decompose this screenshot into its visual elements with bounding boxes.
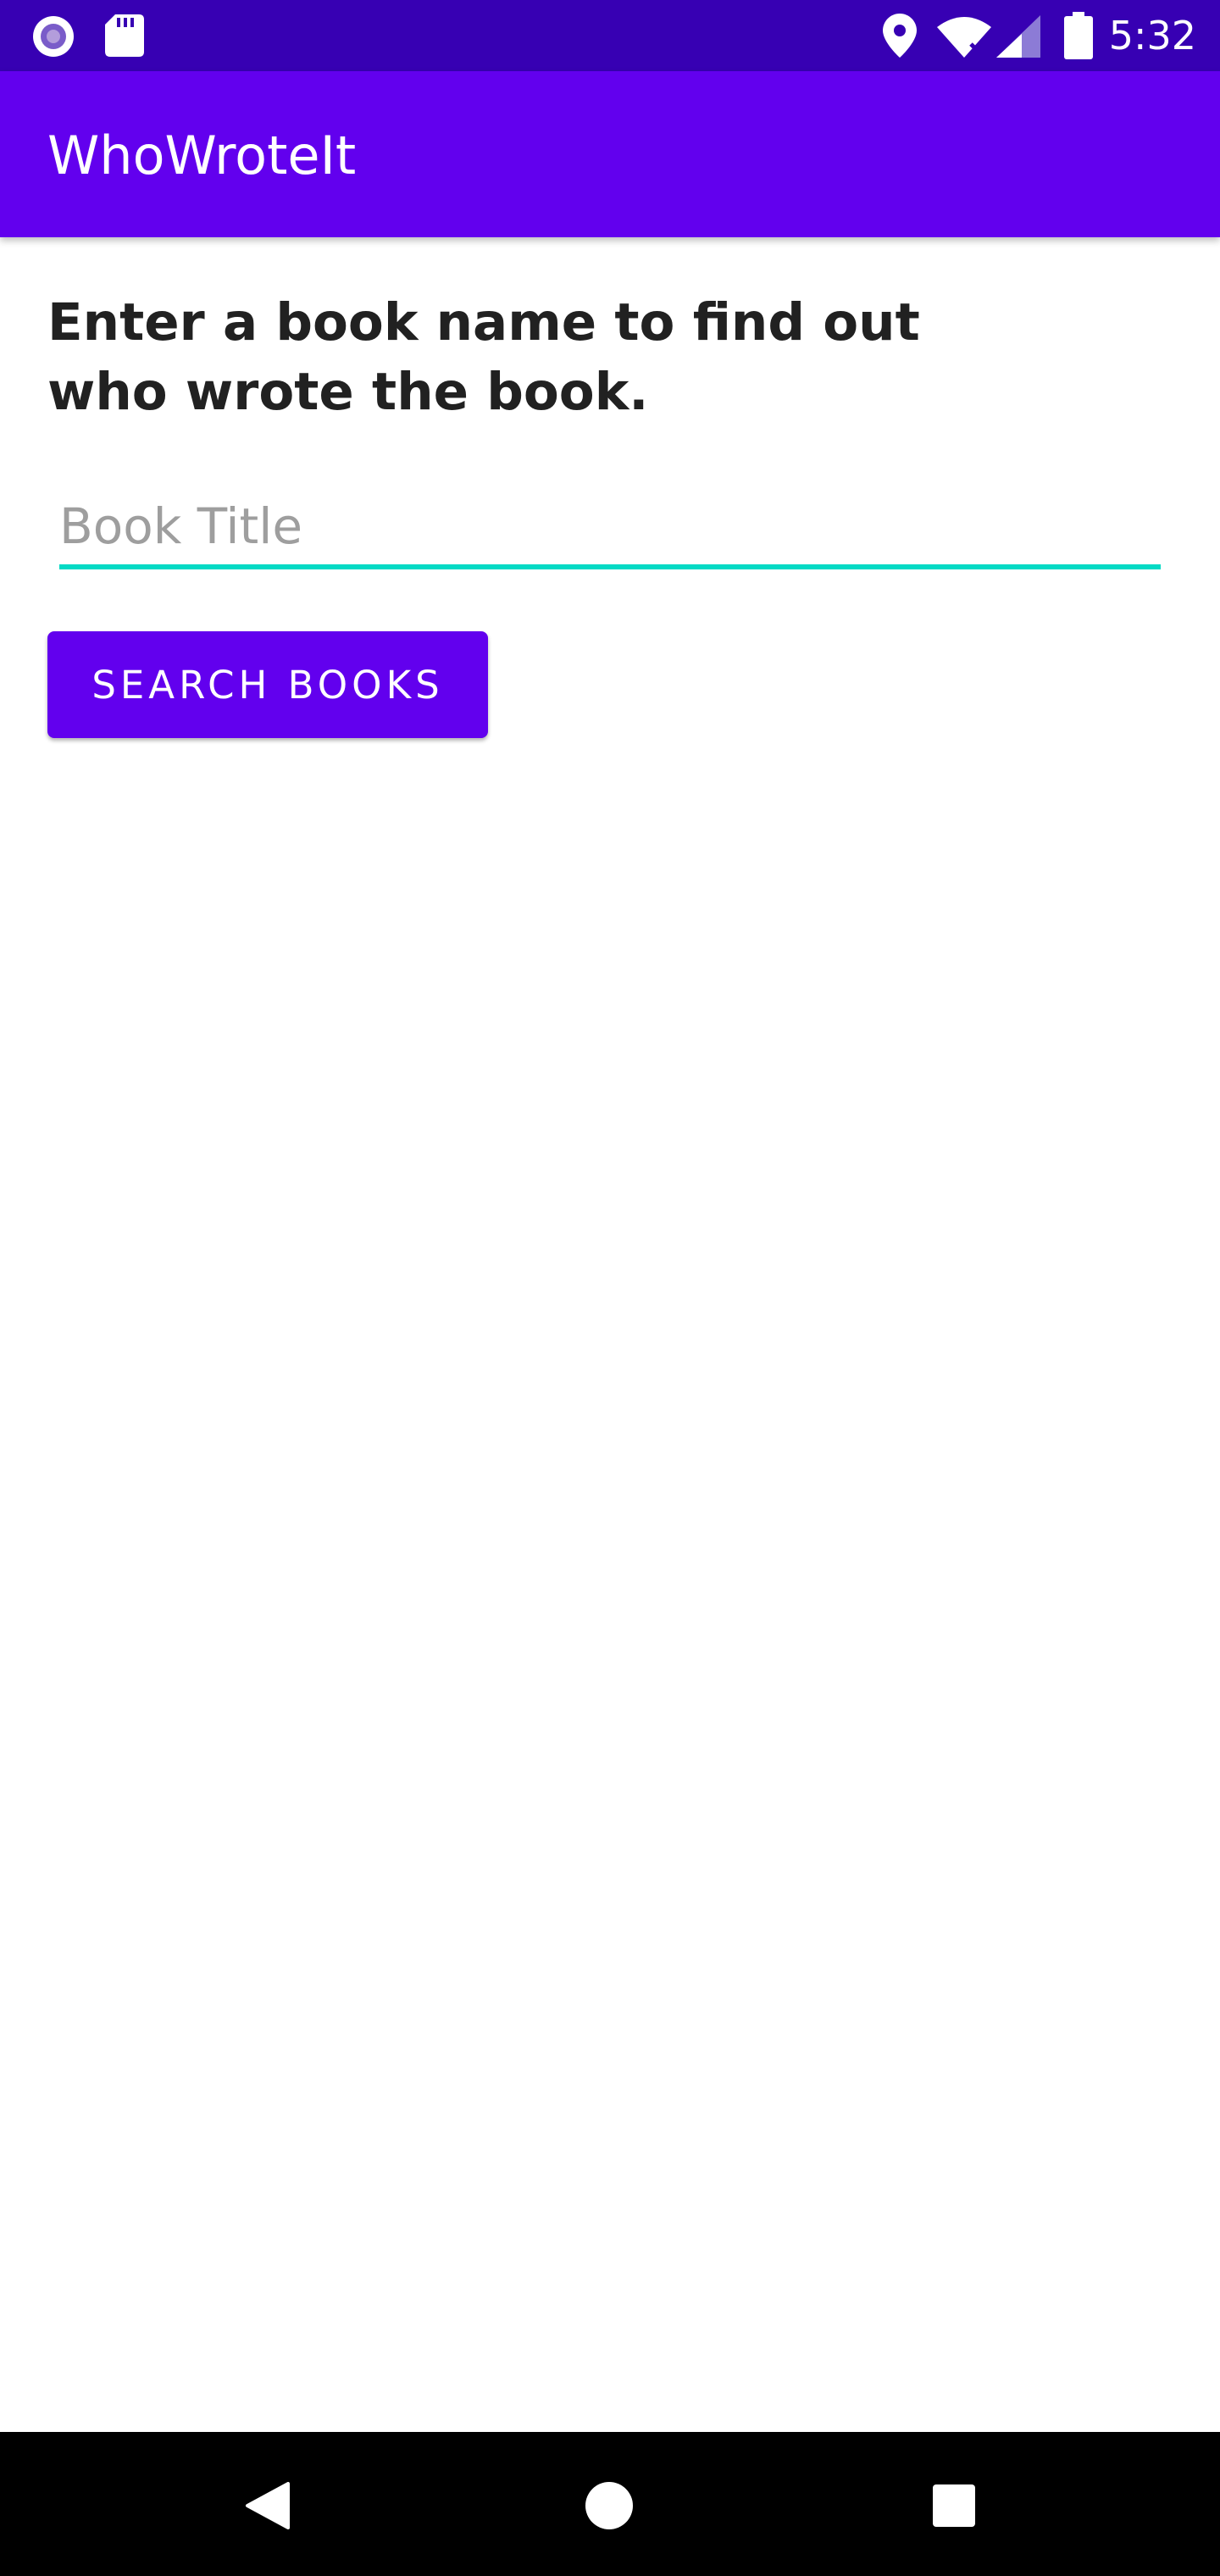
signal-icon [996, 15, 1040, 58]
navigation-bar [0, 2432, 1220, 2576]
wifi-icon [937, 17, 991, 58]
back-icon[interactable] [244, 2482, 291, 2529]
status-bar: 5:32 [0, 0, 1220, 71]
status-time: 5:32 [1108, 13, 1196, 58]
app-screen: 5:32 WhoWroteIt Enter a book name to fin… [0, 0, 1220, 2576]
recents-icon[interactable] [931, 2483, 977, 2529]
record-icon [33, 16, 74, 57]
home-icon[interactable] [584, 2480, 635, 2531]
battery-icon [1064, 12, 1093, 59]
location-icon [883, 14, 917, 58]
book-title-input[interactable] [59, 488, 1161, 569]
app-bar: WhoWroteIt [0, 71, 1220, 237]
sd-card-icon [105, 14, 144, 57]
search-books-button[interactable]: Search Books [47, 631, 488, 738]
instructions-text: Enter a book name to find out who wrote … [47, 292, 920, 422]
app-title: WhoWroteIt [47, 125, 357, 186]
